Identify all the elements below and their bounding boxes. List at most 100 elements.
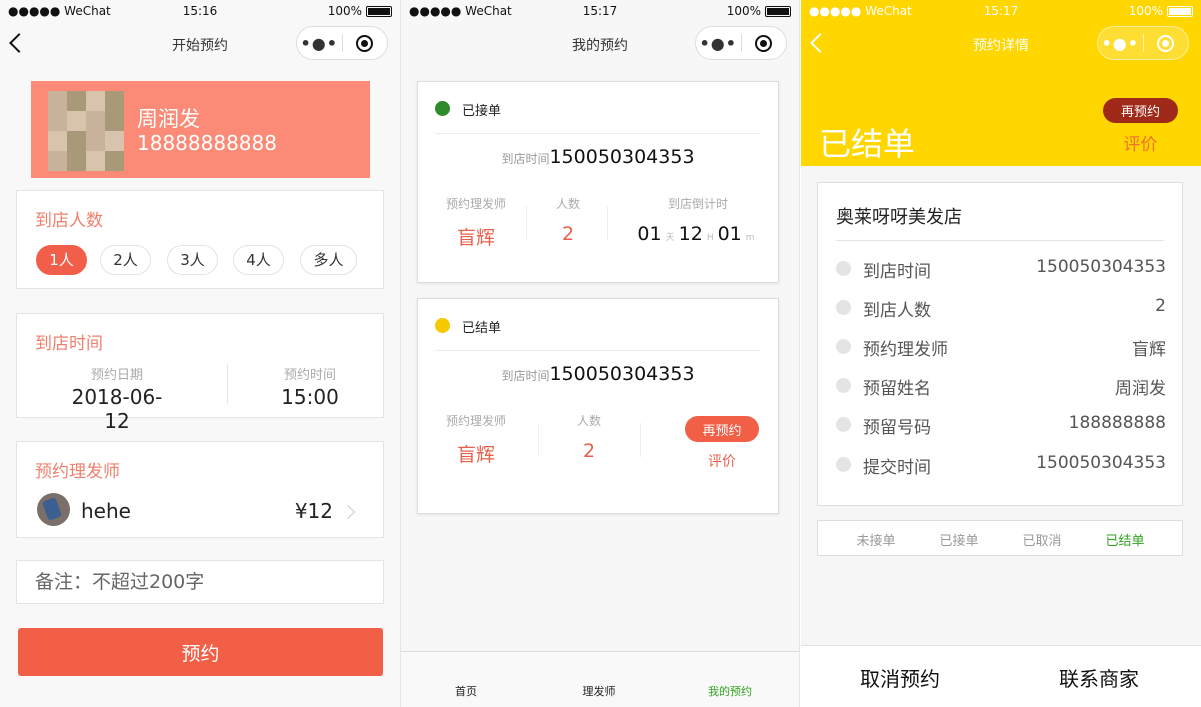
people-value: 2	[582, 440, 596, 462]
bullet-icon	[836, 417, 851, 432]
step-cancelled: 已取消	[1022, 534, 1062, 549]
battery-icon	[1167, 5, 1193, 17]
detail-key: 预留号码	[863, 418, 931, 438]
arrival-label: 到店时间	[501, 369, 550, 383]
detail-key: 到店人数	[863, 301, 931, 321]
time-label: 预约时间	[283, 368, 336, 383]
booking-detail-screen: ●●●●● WeChat 15:17 100% 预约详情 •●• 已结单 再预约…	[801, 0, 1201, 707]
tab-stylists[interactable]: 理发师	[559, 683, 639, 699]
more-menu-icon[interactable]: •●•	[696, 34, 741, 53]
people-option-2[interactable]: 2人	[100, 245, 151, 275]
stylist-avatar	[37, 493, 70, 526]
tab-home[interactable]: 首页	[426, 683, 506, 699]
detail-row: 到店人数 2	[836, 296, 1166, 321]
order-status-title: 已结单	[819, 125, 916, 163]
order-people: 人数 2	[548, 195, 588, 245]
rebook-button[interactable]: 再预约	[685, 416, 759, 442]
people-option-4[interactable]: 4人	[233, 245, 284, 275]
divider	[607, 206, 608, 240]
stylist-label: 预约理发师	[445, 414, 506, 428]
note-input[interactable]	[16, 560, 384, 604]
date-picker[interactable]: 预约日期 2018-06-12	[61, 364, 173, 433]
order-arrival: 到店时间150050304353	[418, 146, 778, 168]
book-button[interactable]: 预约	[18, 628, 383, 676]
people-option-3[interactable]: 3人	[167, 245, 218, 275]
rebook-button[interactable]: 再预约	[1103, 98, 1178, 123]
profile-phone: 18888888888	[137, 131, 277, 155]
chevron-right-icon	[340, 504, 356, 520]
more-menu-icon[interactable]: •●•	[1098, 34, 1143, 53]
stylist-name: hehe	[81, 499, 131, 523]
order-people: 人数 2	[568, 412, 610, 462]
people-count-card: 到店人数 1人 2人 3人 4人 多人	[16, 190, 384, 289]
people-label: 人数	[555, 197, 580, 211]
more-menu-icon[interactable]: •●•	[297, 34, 342, 53]
arrival-value: 150050304353	[549, 146, 695, 168]
order-progress: 未接单 已接单 已取消 已结单	[817, 520, 1183, 556]
divider	[836, 240, 1164, 241]
minutes-unit: m	[745, 233, 755, 243]
people-option-many[interactable]: 多人	[300, 245, 357, 275]
booking-detail-card: 奥莱呀呀美发店 到店时间 150050304353 到店人数 2 预约理发师 盲…	[817, 182, 1183, 506]
close-target-icon[interactable]	[1143, 34, 1188, 52]
time-picker[interactable]: 预约时间 15:00	[275, 364, 345, 409]
stylist-value: 盲辉	[456, 227, 495, 249]
arrival-time-card: 到店时间 预约日期 2018-06-12 预约时间 15:00	[16, 313, 384, 433]
battery-indicator: 100%	[328, 4, 392, 18]
detail-value: 2	[1155, 296, 1166, 316]
detail-value: 盲辉	[1132, 340, 1166, 360]
action-bar: 取消预约 联系商家	[801, 645, 1201, 707]
mini-program-capsule: •●•	[695, 26, 787, 60]
detail-key: 到店时间	[863, 262, 931, 282]
battery-indicator: 100%	[727, 4, 791, 18]
date-label: 预约日期	[90, 368, 143, 383]
divider	[435, 133, 761, 134]
status-dot-icon	[435, 101, 450, 116]
divider	[640, 423, 641, 457]
contact-shop-button[interactable]: 联系商家	[1059, 663, 1139, 692]
step-pending: 未接单	[856, 534, 896, 549]
people-label: 人数	[576, 414, 601, 428]
status-bar: ●●●●● WeChat 15:17 100%	[801, 0, 1201, 22]
stylist-card[interactable]: 预约理发师 hehe ¥12	[16, 441, 384, 538]
tab-my-bookings[interactable]: 我的预约	[690, 683, 770, 699]
order-card[interactable]: 已接单 到店时间150050304353 预约理发师 盲辉 人数 2 到店倒计时…	[417, 81, 779, 283]
mini-program-capsule: •●•	[1097, 26, 1189, 60]
battery-icon	[366, 5, 392, 17]
bullet-icon	[836, 378, 851, 393]
review-link[interactable]: 评价	[1103, 130, 1178, 155]
bullet-icon	[836, 457, 851, 472]
arrival-time-title: 到店时间	[35, 334, 103, 354]
stylist-title: 预约理发师	[35, 462, 120, 482]
close-target-icon[interactable]	[342, 34, 387, 52]
people-value: 2	[561, 223, 575, 245]
mini-program-capsule: •●•	[296, 26, 388, 60]
arrival-value: 150050304353	[549, 363, 695, 385]
countdown-days: 01	[637, 223, 662, 245]
bullet-icon	[836, 339, 851, 354]
shop-name: 奥莱呀呀美发店	[836, 207, 962, 228]
countdown-value: 01 天 12 H 01 m	[628, 223, 768, 245]
stylist-value: 盲辉	[456, 444, 495, 466]
detail-value: 150050304353	[1036, 453, 1166, 473]
detail-row: 提交时间 150050304353	[836, 453, 1166, 478]
order-card[interactable]: 已结单 到店时间150050304353 预约理发师 盲辉 人数 2 再预约 评…	[417, 298, 779, 514]
divider	[526, 206, 527, 240]
divider	[538, 423, 539, 457]
nav-bar: 我的预约 •●•	[401, 22, 799, 66]
days-unit: 天	[665, 233, 675, 243]
people-count-title: 到店人数	[35, 211, 103, 231]
cancel-booking-button[interactable]: 取消预约	[860, 663, 940, 692]
battery-percent: 100%	[1128, 4, 1163, 18]
time-value: 15:00	[281, 385, 339, 409]
people-option-1[interactable]: 1人	[36, 245, 87, 275]
profile-banner: 周润发 18888888888	[31, 81, 370, 178]
detail-key: 预留姓名	[863, 379, 931, 399]
close-target-icon[interactable]	[741, 34, 786, 52]
bullet-icon	[836, 300, 851, 315]
battery-indicator: 100%	[1129, 4, 1193, 18]
order-stylist: 预约理发师 盲辉	[428, 195, 524, 250]
nav-bar: 开始预约 •●•	[0, 22, 400, 66]
detail-row: 预留号码 188888888	[836, 413, 1166, 438]
review-link[interactable]: 评价	[685, 451, 759, 471]
